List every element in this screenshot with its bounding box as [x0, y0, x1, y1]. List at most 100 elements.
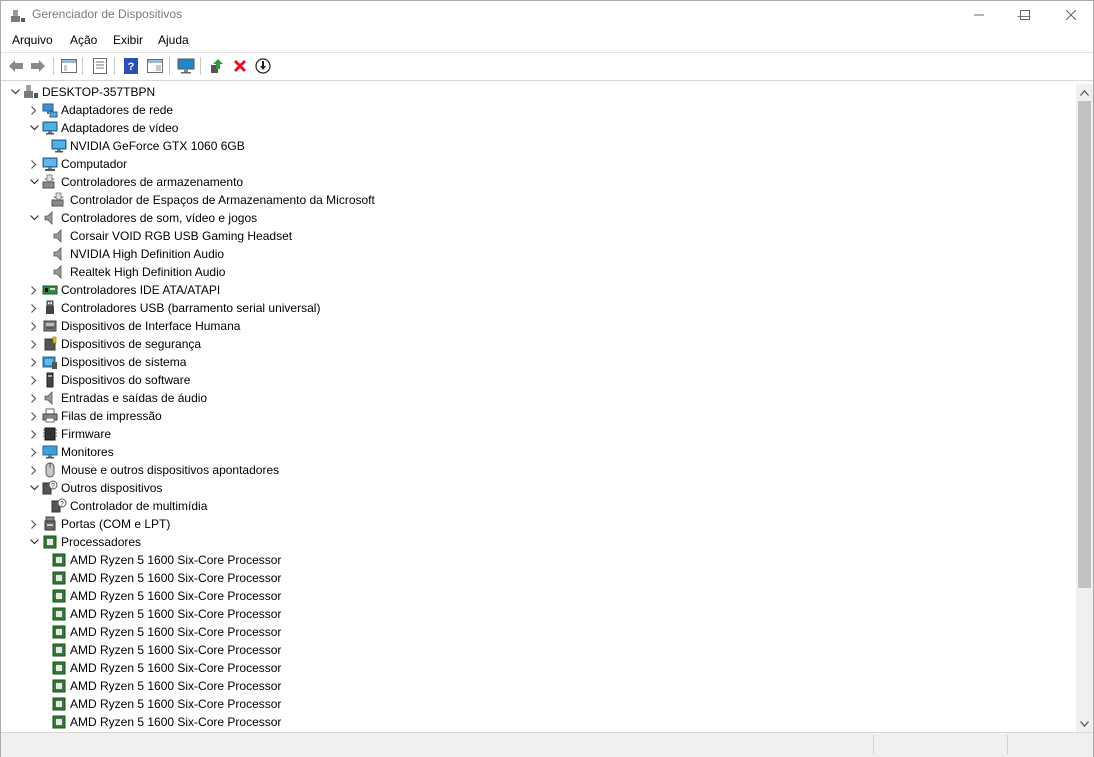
show-hide-tree-icon	[61, 59, 77, 73]
speaker-icon	[51, 264, 67, 280]
tree-category[interactable]: Portas (COM e LPT)	[26, 515, 170, 533]
device-manager-window: Gerenciador de Dispositivos — Arquivo Aç…	[0, 0, 1094, 757]
tree-item-label: Controladores IDE ATA/ATAPI	[61, 283, 221, 297]
tree-category[interactable]: Controladores IDE ATA/ATAPI	[26, 281, 220, 299]
chevron-right-icon[interactable]	[26, 155, 42, 173]
tree-device[interactable]: AMD Ryzen 5 1600 Six-Core Processor	[45, 641, 281, 659]
properties-button[interactable]	[91, 57, 109, 75]
tree-device[interactable]: NVIDIA GeForce GTX 1060 6GB	[45, 137, 245, 155]
chevron-right-icon[interactable]	[26, 335, 42, 353]
chevron-right-icon[interactable]	[26, 353, 42, 371]
chevron-right-icon[interactable]	[26, 443, 42, 461]
tree-root[interactable]: DESKTOP-357TBPN	[7, 83, 155, 101]
tree-category[interactable]: Controladores de armazenamento	[26, 173, 243, 191]
menu-arquivo[interactable]: Arquivo	[12, 33, 53, 47]
tree-device[interactable]: ? Controlador de multimídia	[45, 497, 207, 515]
chevron-right-icon[interactable]	[26, 101, 42, 119]
uninstall-button[interactable]	[231, 57, 249, 75]
maximize-icon	[1020, 8, 1030, 23]
tree-device[interactable]: AMD Ryzen 5 1600 Six-Core Processor	[45, 587, 281, 605]
uninstall-icon	[233, 59, 247, 73]
tree-device[interactable]: AMD Ryzen 5 1600 Six-Core Processor	[45, 659, 281, 677]
scan-hardware-button[interactable]	[177, 57, 195, 75]
tree-category[interactable]: Mouse e outros dispositivos apontadores	[26, 461, 279, 479]
tree-item-label: Controlador de multimídia	[70, 499, 208, 513]
forward-button[interactable]	[29, 57, 47, 75]
show-hide-tree-button[interactable]	[60, 57, 78, 75]
chevron-right-icon[interactable]	[26, 281, 42, 299]
tree-item-label: Dispositivos do software	[61, 373, 191, 387]
tree-item-label: AMD Ryzen 5 1600 Six-Core Processor	[70, 643, 282, 657]
tree-device[interactable]: AMD Ryzen 5 1600 Six-Core Processor	[45, 677, 281, 695]
tree-device[interactable]: AMD Ryzen 5 1600 Six-Core Processor	[45, 605, 281, 623]
chevron-right-icon[interactable]	[26, 461, 42, 479]
tree-category[interactable]: Monitores	[26, 443, 114, 461]
hid-icon	[42, 318, 58, 334]
tree-category[interactable]: ? Outros dispositivos	[26, 479, 162, 497]
tree-category[interactable]: Processadores	[26, 533, 141, 551]
tree-device[interactable]: Corsair VOID RGB USB Gaming Headset	[45, 227, 292, 245]
chevron-down-icon[interactable]	[26, 173, 42, 191]
tree-category[interactable]: Entradas e saídas de áudio	[26, 389, 207, 407]
tree-category[interactable]: Controladores de som, vídeo e jogos	[26, 209, 257, 227]
chevron-right-icon[interactable]	[26, 299, 42, 317]
tree-item-label: AMD Ryzen 5 1600 Six-Core Processor	[70, 607, 282, 621]
tree-category[interactable]: Adaptadores de rede	[26, 101, 173, 119]
help-button[interactable]: ?	[122, 57, 140, 75]
cpu-icon	[51, 624, 67, 640]
chevron-down-icon[interactable]	[26, 209, 42, 227]
back-button[interactable]	[7, 57, 25, 75]
tree-device[interactable]: NVIDIA High Definition Audio	[45, 245, 224, 263]
disable-device-button[interactable]	[254, 57, 272, 75]
tree-device[interactable]: Realtek High Definition Audio	[45, 263, 225, 281]
menu-ajuda[interactable]: Ajuda	[158, 33, 189, 47]
display-icon	[51, 138, 67, 154]
tree-category[interactable]: Dispositivos de segurança	[26, 335, 201, 353]
tree-device[interactable]: AMD Ryzen 5 1600 Six-Core Processor	[45, 623, 281, 641]
status-pane-divider	[873, 735, 874, 754]
chevron-right-icon[interactable]	[26, 515, 42, 533]
tree-device[interactable]: AMD Ryzen 5 1600 Six-Core Processor	[45, 551, 281, 569]
chevron-right-icon[interactable]	[26, 407, 42, 425]
tree-category[interactable]: Filas de impressão	[26, 407, 162, 425]
speaker-icon	[51, 228, 67, 244]
tree-device[interactable]: AMD Ryzen 5 1600 Six-Core Processor	[45, 695, 281, 713]
cpu-icon	[51, 696, 67, 712]
title-bar[interactable]: Gerenciador de Dispositivos —	[1, 1, 1093, 29]
scroll-thumb[interactable]	[1078, 101, 1091, 588]
chevron-right-icon[interactable]	[26, 389, 42, 407]
action-view-button[interactable]	[146, 57, 164, 75]
update-driver-button[interactable]	[208, 57, 226, 75]
chevron-down-icon[interactable]	[26, 479, 42, 497]
tree-category[interactable]: Dispositivos de sistema	[26, 353, 186, 371]
cpu-icon	[51, 678, 67, 694]
chevron-down-icon[interactable]	[7, 83, 23, 101]
tree-item-label: Controladores de armazenamento	[61, 175, 244, 189]
tree-device[interactable]: AMD Ryzen 5 1600 Six-Core Processor	[45, 713, 281, 731]
tree-device[interactable]: AMD Ryzen 5 1600 Six-Core Processor	[45, 569, 281, 587]
vertical-scrollbar[interactable]	[1076, 84, 1093, 732]
tree-category[interactable]: Controladores USB (barramento serial uni…	[26, 299, 320, 317]
tree-item-label: AMD Ryzen 5 1600 Six-Core Processor	[70, 625, 282, 639]
system-icon	[42, 354, 58, 370]
chevron-right-icon[interactable]	[26, 317, 42, 335]
close-button[interactable]	[1048, 1, 1094, 29]
maximize-button-2[interactable]	[1002, 1, 1048, 29]
menu-exibir[interactable]: Exibir	[113, 33, 143, 47]
chevron-down-icon[interactable]	[26, 119, 42, 137]
menu-acao[interactable]: Ação	[70, 33, 97, 47]
tree-category[interactable]: Adaptadores de vídeo	[26, 119, 178, 137]
tree-category[interactable]: Firmware	[26, 425, 111, 443]
chevron-down-icon[interactable]	[26, 533, 42, 551]
scroll-up-icon[interactable]	[1076, 84, 1093, 101]
chevron-right-icon[interactable]	[26, 371, 42, 389]
svg-text:?: ?	[60, 501, 64, 508]
tree-category[interactable]: Dispositivos do software	[26, 371, 190, 389]
scroll-down-icon[interactable]	[1076, 715, 1093, 732]
minimize-button-2[interactable]	[956, 1, 1002, 29]
chevron-right-icon[interactable]	[26, 425, 42, 443]
tree-device[interactable]: Controlador de Espaços de Armazenamento …	[45, 191, 375, 209]
tree-category[interactable]: Dispositivos de Interface Humana	[26, 317, 240, 335]
device-tree[interactable]: DESKTOP-357TBPN Adaptadores de rede Adapt…	[3, 82, 1076, 732]
tree-category[interactable]: Computador	[26, 155, 127, 173]
